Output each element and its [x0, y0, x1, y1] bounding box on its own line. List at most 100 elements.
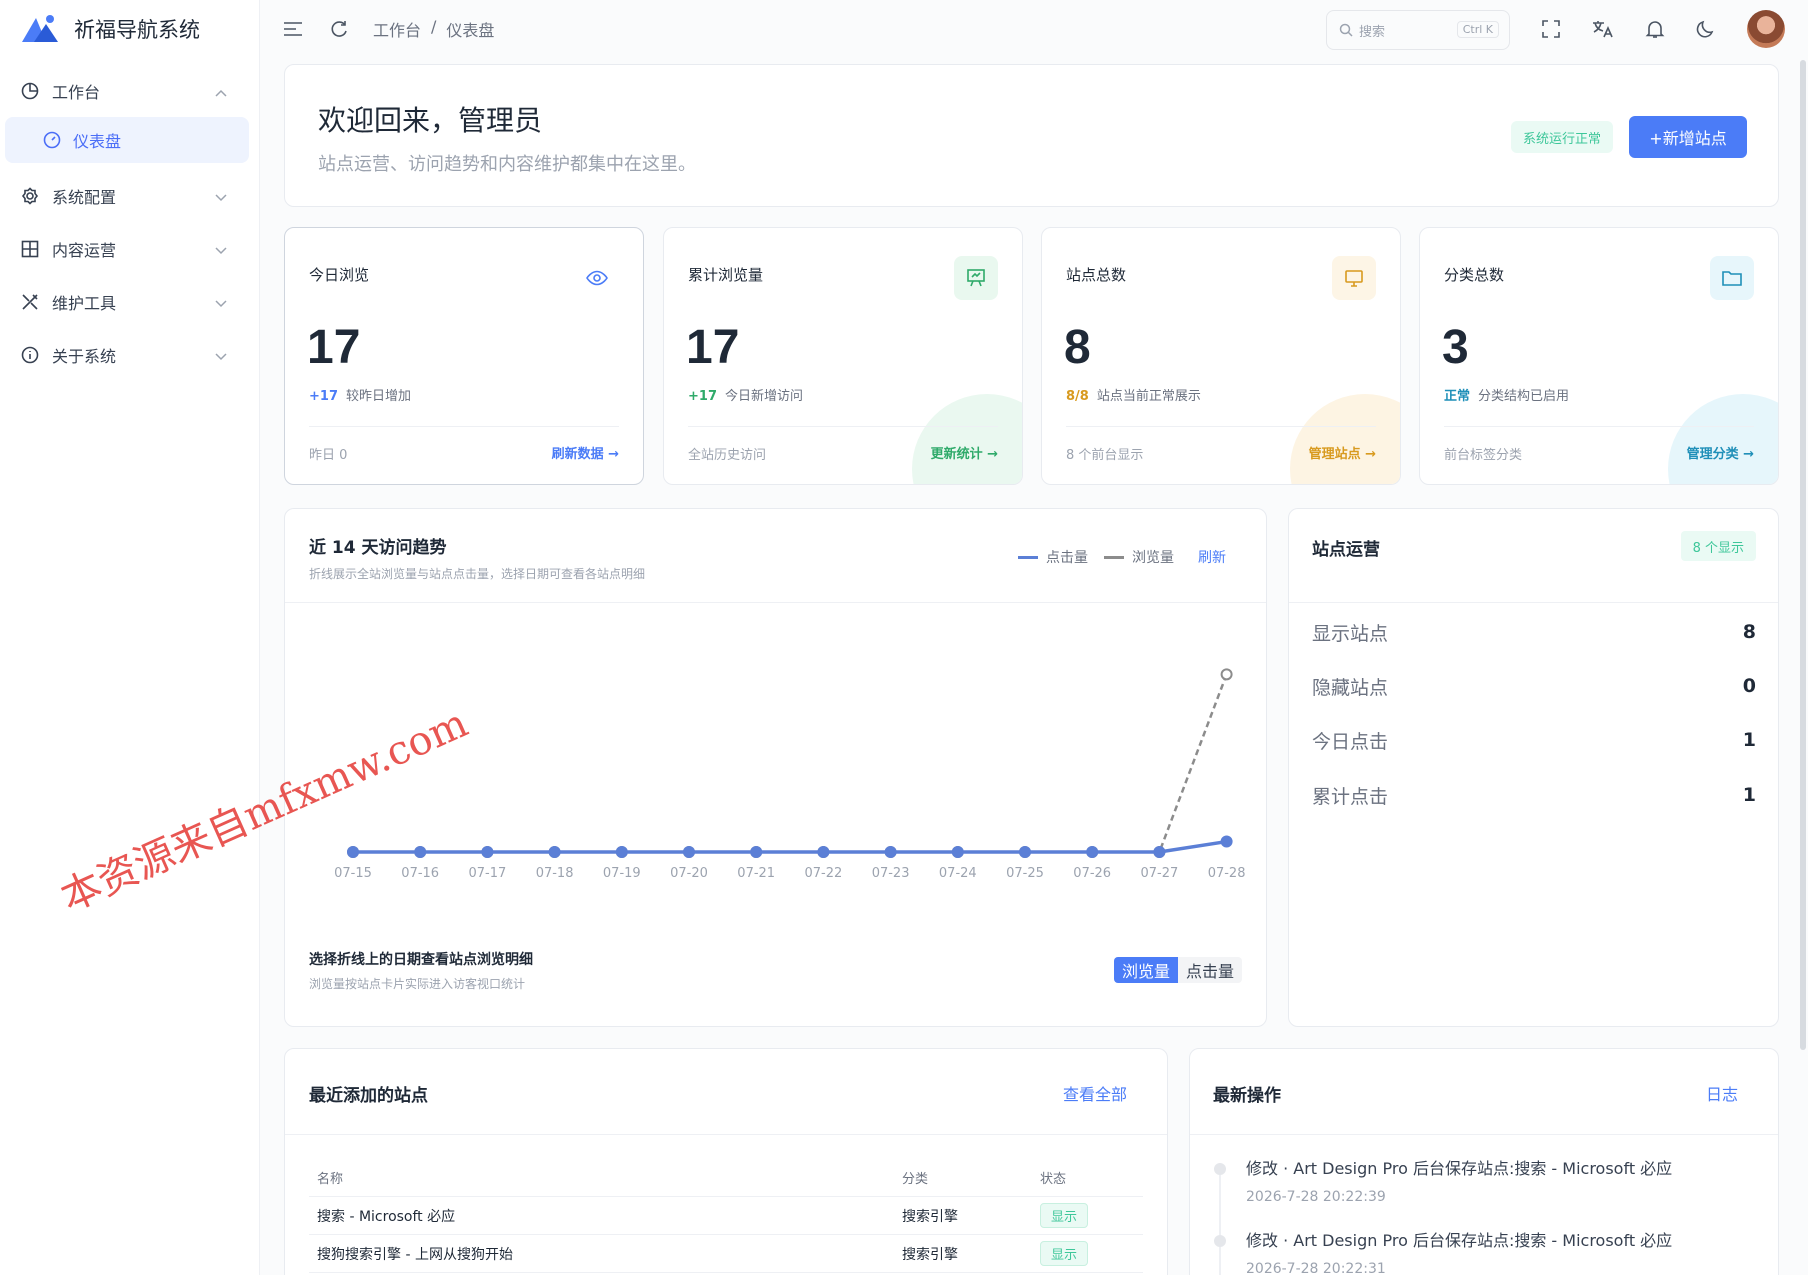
- sidebar-item-workbench[interactable]: 工作台: [0, 64, 259, 117]
- ops-row-total-clicks: 累计点击 1: [1312, 780, 1756, 810]
- chart-refresh-button[interactable]: 刷新: [1198, 547, 1226, 567]
- chevron-up-icon: [215, 82, 227, 101]
- data-point[interactable]: [615, 846, 628, 858]
- data-point[interactable]: [1153, 846, 1166, 858]
- ops-row-today-clicks: 今日点击 1: [1312, 725, 1756, 755]
- recent-sites-card: 最近添加的站点 查看全部 名称 分类 状态 搜索 - Microsoft 必应 …: [284, 1048, 1168, 1275]
- welcome-card: 欢迎回来，管理员 站点运营、访问趋势和内容维护都集中在这里。 系统运行正常 +新…: [284, 64, 1779, 207]
- info-icon: [20, 345, 40, 365]
- ops-row-hidden: 隐藏站点 0: [1312, 671, 1756, 701]
- data-point[interactable]: [951, 846, 964, 858]
- site-category: 搜索引擎: [902, 1208, 958, 1225]
- search-input[interactable]: 搜索 Ctrl K: [1326, 10, 1510, 50]
- x-tick-label: 07-20: [670, 866, 708, 881]
- trend-subtitle: 折线展示全站浏览量与站点点击量，选择日期可查看各站点明细: [309, 567, 646, 581]
- stat-value: 8: [1064, 321, 1091, 374]
- logo-icon: [20, 14, 60, 44]
- data-point[interactable]: [1019, 846, 1031, 858]
- breadcrumb-workbench[interactable]: 工作台: [373, 17, 421, 41]
- latest-title: 最新操作: [1213, 1086, 1281, 1106]
- topbar: 工作台 / 仪表盘 搜索 Ctrl K: [261, 0, 1808, 58]
- welcome-subtitle: 站点运营、访问趋势和内容维护都集中在这里。: [318, 154, 696, 175]
- table-row[interactable]: 搜索 - Microsoft 必应 搜索引擎 显示: [309, 1197, 1143, 1235]
- stat-delta-value: +17: [309, 389, 338, 404]
- timeline-dot: [1214, 1163, 1226, 1175]
- decorative-blob: [1668, 394, 1778, 484]
- data-point[interactable]: [683, 846, 695, 858]
- stat-value: 17: [686, 321, 740, 374]
- update-stats-link[interactable]: 更新统计 →: [931, 443, 998, 462]
- status-badge: 显示: [1040, 1241, 1089, 1266]
- data-point[interactable]: [548, 846, 561, 858]
- refresh-icon[interactable]: [329, 19, 349, 39]
- stat-title: 累计浏览量: [688, 266, 764, 284]
- add-site-button[interactable]: +新增站点: [1629, 116, 1747, 158]
- stat-delta-value: +17: [688, 389, 717, 404]
- app-logo[interactable]: 祈福导航系统: [0, 0, 259, 58]
- x-tick-label: 07-24: [939, 866, 977, 881]
- log-text: 修改 · Art Design Pro 后台保存站点:搜索 - Microsof…: [1246, 1231, 1673, 1250]
- manage-categories-link[interactable]: 管理分类 →: [1687, 443, 1754, 462]
- toggle-clicks[interactable]: 点击量: [1177, 957, 1242, 983]
- data-point[interactable]: [1086, 846, 1099, 858]
- page-scrollbar[interactable]: [1800, 60, 1806, 1050]
- chevron-down-icon: [215, 187, 227, 206]
- trend-card: 近 14 天访问趋势 折线展示全站浏览量与站点点击量，选择日期可查看各站点明细 …: [284, 508, 1267, 1027]
- log-time: 2026-7-28 20:22:39: [1246, 1189, 1386, 1205]
- timeline-line: [1219, 1167, 1221, 1275]
- sidebar-item-dashboard[interactable]: 仪表盘: [5, 117, 249, 163]
- refresh-data-link[interactable]: 刷新数据 →: [552, 443, 619, 462]
- x-tick-label: 07-19: [603, 866, 641, 881]
- stat-card-total-categories: 分类总数 3 正常 分类结构已启用 前台标签分类 管理分类 →: [1419, 227, 1779, 485]
- menu-icon[interactable]: [283, 21, 303, 37]
- monitor-icon: [1332, 256, 1376, 300]
- sidebar-item-system-config[interactable]: 系统配置: [0, 169, 259, 222]
- stat-value: 17: [307, 321, 361, 374]
- data-point[interactable]: [884, 846, 897, 858]
- moon-icon[interactable]: [1696, 19, 1716, 39]
- log-entry: 修改 · Art Design Pro 后台保存站点:搜索 - Microsof…: [1246, 1155, 1672, 1205]
- legend-label-views[interactable]: 浏览量: [1132, 547, 1174, 567]
- data-point[interactable]: [1220, 835, 1233, 848]
- translate-icon[interactable]: [1592, 19, 1614, 39]
- ops-row-label: 显示站点: [1312, 622, 1389, 645]
- breadcrumb-dashboard: 仪表盘: [446, 21, 495, 40]
- system-status-badge: 系统运行正常: [1511, 121, 1614, 153]
- series-line-views: [353, 673, 1228, 854]
- data-point[interactable]: [750, 846, 763, 858]
- x-tick-label: 07-26: [1073, 866, 1111, 881]
- sidebar-item-tools[interactable]: 维护工具: [0, 275, 259, 328]
- view-all-link[interactable]: 查看全部: [1063, 1081, 1127, 1105]
- topbar-actions: [1541, 10, 1785, 48]
- legend-swatch-views: [1104, 555, 1124, 559]
- data-point[interactable]: [817, 846, 830, 858]
- welcome-title: 欢迎回来，管理员: [318, 104, 543, 137]
- manage-sites-link[interactable]: 管理站点 →: [1309, 443, 1376, 462]
- data-point[interactable]: [414, 846, 427, 858]
- eye-icon: [575, 256, 619, 300]
- toggle-views[interactable]: 浏览量: [1113, 957, 1178, 983]
- table-row[interactable]: 搜狗搜索引擎 - 上网从搜狗开始 搜索引擎 显示: [309, 1235, 1143, 1273]
- divider: [1444, 426, 1754, 427]
- x-tick-label: 07-27: [1141, 866, 1179, 881]
- stat-title: 站点总数: [1066, 266, 1127, 284]
- column-header-status: 状态: [1040, 1172, 1067, 1187]
- data-point[interactable]: [481, 846, 494, 858]
- fullscreen-icon[interactable]: [1541, 19, 1561, 39]
- sidebar-item-about[interactable]: 关于系统: [0, 328, 259, 381]
- trend-title: 近 14 天访问趋势: [309, 538, 447, 558]
- data-point[interactable]: [1220, 668, 1233, 681]
- bell-icon[interactable]: [1645, 19, 1665, 39]
- sidebar-item-label: 内容运营: [52, 240, 117, 260]
- sidebar-item-content[interactable]: 内容运营: [0, 222, 259, 275]
- avatar[interactable]: [1747, 10, 1785, 48]
- timeline-dot: [1214, 1235, 1226, 1247]
- stat-title: 今日浏览: [309, 266, 370, 284]
- gear-icon: [20, 186, 40, 206]
- legend-label-clicks[interactable]: 点击量: [1046, 547, 1088, 567]
- x-tick-label: 07-21: [737, 866, 775, 881]
- sidebar-item-label: 关于系统: [52, 346, 117, 366]
- status-badge: 显示: [1040, 1203, 1089, 1228]
- log-link[interactable]: 日志: [1706, 1081, 1738, 1105]
- data-point[interactable]: [347, 846, 359, 858]
